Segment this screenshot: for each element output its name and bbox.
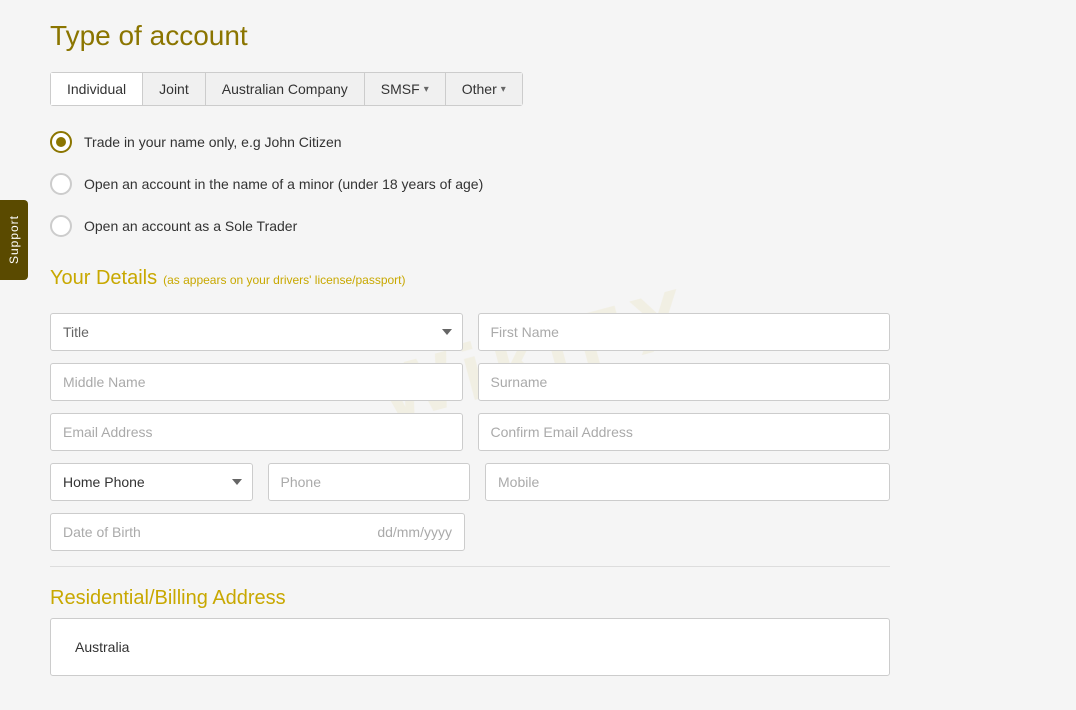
radio-label-trade-own: Trade in your name only, e.g John Citize… — [84, 134, 342, 150]
your-details-header-row: Your Details (as appears on your drivers… — [50, 267, 890, 298]
country-select-wrapper: Australia United States United Kingdom — [50, 618, 890, 676]
radio-circle-trade-own — [50, 131, 72, 153]
middle-name-field — [50, 363, 463, 401]
phone-type-field: Home Phone Work Phone Mobile — [50, 463, 253, 501]
middlename-surname-row — [50, 363, 890, 401]
radio-label-sole-trader: Open an account as a Sole Trader — [84, 218, 297, 234]
residential-heading: Residential/Billing Address — [50, 587, 890, 610]
phone-number-input[interactable] — [268, 463, 471, 501]
first-name-field — [478, 313, 891, 351]
country-select[interactable]: Australia United States United Kingdom — [63, 629, 877, 665]
tab-other[interactable]: Other ▾ — [446, 73, 522, 105]
confirm-email-field — [478, 413, 891, 451]
title-firstname-row: Title Mr Mrs Ms Dr — [50, 313, 890, 351]
dob-label: Date of Birth — [63, 524, 141, 540]
phone-type-select[interactable]: Home Phone Work Phone Mobile — [50, 463, 253, 501]
title-field: Title Mr Mrs Ms Dr — [50, 313, 463, 351]
radio-circle-sole-trader — [50, 215, 72, 237]
dob-placeholder: dd/mm/yyyy — [377, 524, 452, 540]
mobile-field — [485, 463, 890, 501]
email-row — [50, 413, 890, 451]
email-field — [50, 413, 463, 451]
account-type-radio-group: Trade in your name only, e.g John Citize… — [50, 131, 890, 237]
surname-input[interactable] — [478, 363, 891, 401]
phone-number-field — [268, 463, 471, 501]
residential-section: Residential/Billing Address Australia Un… — [50, 587, 890, 676]
tab-individual[interactable]: Individual — [51, 73, 143, 105]
account-type-tabs: Individual Joint Australian Company SMSF… — [50, 72, 523, 106]
section-divider — [50, 566, 890, 567]
your-details-heading: Your Details — [50, 267, 157, 290]
radio-trade-own[interactable]: Trade in your name only, e.g John Citize… — [50, 131, 890, 153]
middle-name-input[interactable] — [50, 363, 463, 401]
dob-row: Date of Birth dd/mm/yyyy — [50, 513, 890, 551]
radio-sole-trader[interactable]: Open an account as a Sole Trader — [50, 215, 890, 237]
page-title: Type of account — [50, 20, 890, 52]
title-select[interactable]: Title Mr Mrs Ms Dr — [50, 313, 463, 351]
phone-row: Home Phone Work Phone Mobile — [50, 463, 890, 501]
tab-joint[interactable]: Joint — [143, 73, 206, 105]
your-details-subtext: (as appears on your drivers' license/pas… — [163, 273, 405, 287]
country-field: Australia United States United Kingdom — [50, 618, 890, 676]
mobile-input[interactable] — [485, 463, 890, 501]
support-tab[interactable]: Support — [0, 200, 28, 280]
first-name-input[interactable] — [478, 313, 891, 351]
other-dropdown-arrow: ▾ — [501, 84, 506, 95]
tab-australian-company[interactable]: Australian Company — [206, 73, 365, 105]
email-input[interactable] — [50, 413, 463, 451]
radio-label-minor: Open an account in the name of a minor (… — [84, 176, 483, 192]
address-country-row: Australia United States United Kingdom — [50, 618, 890, 676]
radio-minor[interactable]: Open an account in the name of a minor (… — [50, 173, 890, 195]
tab-smsf[interactable]: SMSF ▾ — [365, 73, 446, 105]
confirm-email-input[interactable] — [478, 413, 891, 451]
radio-circle-minor — [50, 173, 72, 195]
surname-field — [478, 363, 891, 401]
dob-field[interactable]: Date of Birth dd/mm/yyyy — [50, 513, 465, 551]
smsf-dropdown-arrow: ▾ — [424, 84, 429, 95]
